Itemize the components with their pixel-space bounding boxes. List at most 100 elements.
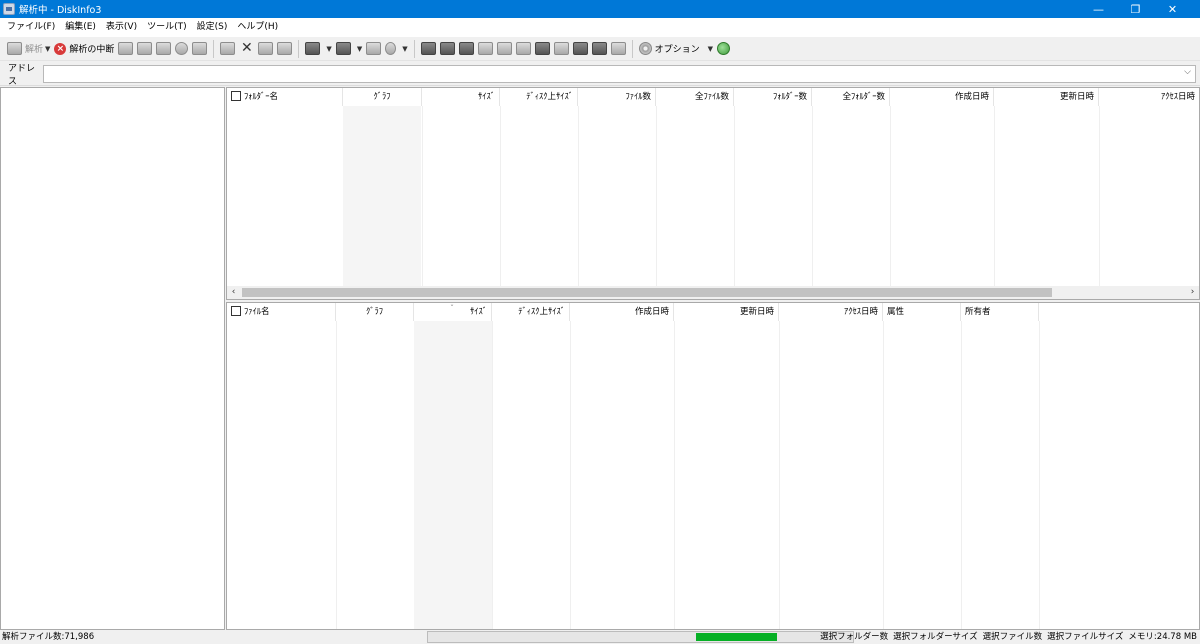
toolbar-separator — [298, 39, 300, 58]
address-label: アドレス — [8, 63, 36, 87]
info-icon — [175, 42, 189, 55]
col-total-file-count[interactable]: 全ﾌｧｲﾙ数 — [656, 88, 734, 106]
col-disk-size[interactable]: ﾃﾞｨｽｸ上ｻｲｽﾞ — [492, 303, 570, 321]
app-icon — [3, 3, 15, 15]
view-button-10[interactable] — [609, 39, 628, 59]
select-all-files-checkbox[interactable] — [231, 306, 241, 316]
view-button-1[interactable] — [438, 39, 457, 59]
list-button[interactable] — [275, 39, 294, 59]
horizontal-scrollbar[interactable]: ‹ › — [227, 286, 1199, 299]
view-button-3[interactable] — [476, 39, 495, 59]
col-folder-name[interactable]: ﾌｫﾙﾀﾞｰ名 — [227, 88, 343, 106]
view-button-2[interactable] — [457, 39, 476, 59]
stop-analysis-button[interactable]: × 解析の中断 — [52, 39, 116, 59]
col-attributes[interactable]: 属性 — [883, 303, 961, 321]
up-folder-icon — [366, 42, 382, 55]
folder-tree[interactable] — [0, 87, 225, 630]
properties-button[interactable] — [190, 39, 209, 59]
col-graph[interactable]: ｸﾞﾗﾌ — [343, 88, 422, 106]
chevron-down-icon[interactable]: ▼ — [326, 45, 331, 53]
delete-button[interactable]: ✕ — [237, 39, 256, 59]
selected-file-size: 選択ファイルサイズ — [1047, 632, 1124, 642]
menu-bar: ファイル(F) 編集(E) 表示(V) ツール(T) 設定(S) ヘルプ(H) — [0, 18, 1200, 37]
chevron-down-icon[interactable]: ▼ — [45, 45, 50, 53]
up-button[interactable] — [364, 39, 383, 59]
export-button[interactable] — [154, 39, 173, 59]
view-button-6[interactable] — [533, 39, 552, 59]
user-button[interactable]: ▼ — [383, 39, 409, 59]
column-divider — [890, 106, 891, 286]
address-input[interactable]: ⌵ — [43, 65, 1196, 83]
col-total-folder-count[interactable]: 全ﾌｫﾙﾀﾞｰ数 — [812, 88, 890, 106]
select-all-checkbox[interactable] — [231, 91, 241, 101]
col-size[interactable]: ˇ ｻｲｽﾞ — [414, 303, 492, 321]
graph-column-shade — [343, 106, 421, 288]
col-owner[interactable]: 所有者 — [961, 303, 1039, 321]
file-list-header: ﾌｧｲﾙ名 ｸﾞﾗﾌ ˇ ｻｲｽﾞ ﾃﾞｨｽｸ上ｻｲｽﾞ 作成日時 更新日時 ｱｸ… — [227, 303, 1039, 321]
chevron-down-icon[interactable]: ▼ — [402, 45, 407, 53]
column-divider — [674, 321, 675, 629]
restore-button[interactable]: ❐ — [1117, 0, 1154, 18]
menu-file[interactable]: ファイル(F) — [2, 18, 60, 37]
details-icon — [496, 42, 512, 55]
save-button[interactable] — [135, 39, 154, 59]
view-button-4[interactable] — [495, 39, 514, 59]
properties-icon — [192, 42, 208, 55]
column-divider — [734, 106, 735, 286]
column-divider — [883, 321, 884, 629]
menu-edit[interactable]: 編集(E) — [60, 18, 101, 37]
col-modified[interactable]: 更新日時 — [994, 88, 1099, 106]
col-modified[interactable]: 更新日時 — [674, 303, 779, 321]
web-button[interactable] — [715, 39, 732, 59]
minimize-button[interactable]: — — [1080, 0, 1117, 18]
col-disk-size[interactable]: ﾃﾞｨｽｸ上ｻｲｽﾞ — [500, 88, 578, 106]
column-divider — [812, 106, 813, 286]
chevron-down-icon[interactable]: ▼ — [357, 45, 362, 53]
view-button-9[interactable] — [590, 39, 609, 59]
view-button-5[interactable] — [514, 39, 533, 59]
file-list[interactable]: ﾌｧｲﾙ名 ｸﾞﾗﾌ ˇ ｻｲｽﾞ ﾃﾞｨｽｸ上ｻｲｽﾞ 作成日時 更新日時 ｱｸ… — [226, 302, 1200, 630]
scroll-right-icon[interactable]: › — [1186, 286, 1199, 299]
selected-file-count: 選択ファイル数 — [982, 632, 1043, 642]
drive-button[interactable] — [419, 39, 438, 59]
view-button-7[interactable] — [552, 39, 571, 59]
info-button[interactable] — [173, 39, 190, 59]
chevron-down-icon[interactable]: ▼ — [708, 45, 713, 53]
col-graph[interactable]: ｸﾞﾗﾌ — [336, 303, 414, 321]
col-accessed[interactable]: ｱｸｾｽ日時 — [779, 303, 883, 321]
menu-tools[interactable]: ツール(T) — [142, 18, 192, 37]
globe-icon — [717, 42, 730, 55]
menu-view[interactable]: 表示(V) — [101, 18, 142, 37]
col-created[interactable]: 作成日時 — [890, 88, 994, 106]
options-label: オプション — [654, 45, 700, 55]
menu-settings[interactable]: 設定(S) — [192, 18, 233, 37]
view-button-8[interactable] — [571, 39, 590, 59]
col-file-count[interactable]: ﾌｧｲﾙ数 — [578, 88, 656, 106]
close-button[interactable]: ✕ — [1154, 0, 1191, 18]
back-button[interactable]: ▼ — [303, 39, 333, 59]
menu-help[interactable]: ヘルプ(H) — [232, 18, 283, 37]
title-bar: 解析中 - DiskInfo3 — ❐ ✕ — [0, 0, 1200, 18]
chevron-down-icon[interactable]: ⌵ — [1184, 67, 1191, 77]
copy-button[interactable] — [218, 39, 237, 59]
forward-button[interactable]: ▼ — [334, 39, 364, 59]
window-icon — [515, 42, 531, 55]
drive-icon — [420, 42, 436, 55]
col-folder-count[interactable]: ﾌｫﾙﾀﾞｰ数 — [734, 88, 812, 106]
col-file-name[interactable]: ﾌｧｲﾙ名 — [227, 303, 336, 321]
folder-list[interactable]: ﾌｫﾙﾀﾞｰ名 ｸﾞﾗﾌ ｻｲｽﾞ ﾃﾞｨｽｸ上ｻｲｽﾞ ﾌｧｲﾙ数 全ﾌｧｲﾙ… — [226, 87, 1200, 300]
col-accessed[interactable]: ｱｸｾｽ日時 — [1099, 88, 1199, 106]
scroll-left-icon[interactable]: ‹ — [227, 286, 240, 299]
col-created[interactable]: 作成日時 — [570, 303, 674, 321]
column-divider — [994, 106, 995, 286]
analyze-button[interactable]: 解析 ▼ — [5, 39, 52, 59]
rename-button[interactable] — [256, 39, 275, 59]
star-icon — [591, 42, 607, 55]
column-divider — [336, 321, 337, 629]
chart-icon — [553, 42, 569, 55]
open-folder-button[interactable] — [116, 39, 135, 59]
options-button[interactable]: オプション ▼ — [637, 39, 715, 59]
col-size[interactable]: ｻｲｽﾞ — [422, 88, 500, 106]
scrollbar-thumb[interactable] — [242, 288, 1052, 297]
column-divider — [492, 321, 493, 629]
